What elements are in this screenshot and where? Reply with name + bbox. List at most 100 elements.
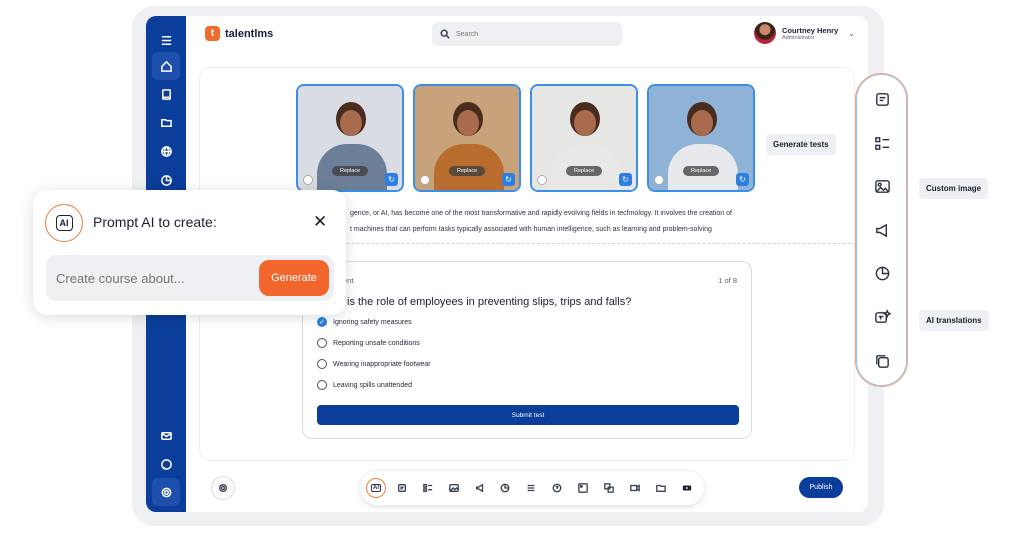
- radio-button[interactable]: [317, 359, 327, 369]
- logo[interactable]: t talentlms: [205, 26, 273, 41]
- youtube-button[interactable]: [677, 478, 697, 498]
- image-card[interactable]: Replace ↻: [296, 84, 404, 192]
- book-icon[interactable]: [152, 80, 180, 108]
- sidebar-menu-icon[interactable]: [152, 26, 180, 54]
- folder-icon: [655, 484, 666, 492]
- close-icon[interactable]: ✕: [313, 212, 327, 232]
- refresh-icon[interactable]: ↻: [385, 173, 398, 186]
- image-card[interactable]: Replace ↻: [530, 84, 638, 192]
- generate-tests-tool[interactable]: [869, 130, 895, 156]
- image-card[interactable]: Replace ↻: [413, 84, 521, 192]
- lines-button[interactable]: [521, 478, 541, 498]
- radio-button[interactable]: [317, 338, 327, 348]
- answer-label: Leaving spills unattended: [333, 381, 413, 389]
- refresh-icon[interactable]: ↻: [736, 173, 749, 186]
- gear-icon: [219, 484, 227, 492]
- help-icon: [552, 483, 562, 493]
- ai-badge: AI: [45, 204, 83, 242]
- image-card[interactable]: Replace ↻: [647, 84, 755, 192]
- image-source-icon: [303, 175, 313, 185]
- chat-icon[interactable]: [152, 450, 180, 478]
- image-icon: [874, 179, 890, 193]
- question-counter: 1 of 8: [718, 276, 737, 285]
- custom-image-tool[interactable]: [869, 173, 895, 199]
- gear-icon[interactable]: [152, 478, 180, 506]
- prompt-ai-dialog: AI Prompt AI to create: ✕ Generate: [33, 190, 346, 315]
- quiz-card: ent 1 of 8 is the role of employees in p…: [302, 261, 752, 439]
- prompt-input[interactable]: [56, 267, 246, 289]
- text-block-icon: [875, 92, 889, 106]
- generate-button[interactable]: Generate: [259, 260, 329, 296]
- search-input[interactable]: [456, 30, 606, 38]
- tooltip-ai-translations: AI translations: [919, 310, 989, 331]
- ai-translate-icon: [874, 308, 891, 323]
- answer-label: Ignoring safety measures: [333, 318, 412, 326]
- answer-option[interactable]: Reporting unsafe conditions: [317, 338, 420, 348]
- ai-translations-tool[interactable]: [869, 304, 895, 330]
- translate-icon: [604, 483, 614, 493]
- search-icon: [440, 29, 450, 39]
- refresh-icon[interactable]: ↻: [619, 173, 632, 186]
- user-info: Courtney Henry Administrator: [782, 26, 838, 41]
- text-block-button[interactable]: [392, 478, 412, 498]
- copy-icon: [875, 354, 889, 368]
- home-icon[interactable]: [152, 52, 180, 80]
- user-name: Courtney Henry: [782, 25, 839, 35]
- photo-subject-face: [457, 110, 479, 136]
- mail-icon[interactable]: [152, 421, 180, 449]
- tooltip-generate-tests: Generate tests: [766, 134, 836, 155]
- replace-button[interactable]: Replace: [683, 166, 720, 176]
- user-menu[interactable]: Courtney Henry Administrator ⌄: [754, 22, 855, 44]
- megaphone-icon: [475, 483, 483, 493]
- replace-button[interactable]: Replace: [566, 166, 603, 176]
- chart-tool[interactable]: [869, 260, 895, 286]
- translate-button[interactable]: [599, 478, 619, 498]
- settings-button[interactable]: [211, 476, 235, 500]
- user-role: Administrator: [782, 34, 815, 41]
- lines-icon: [528, 484, 535, 492]
- list-icon: [422, 484, 432, 492]
- globe-icon[interactable]: [152, 137, 180, 165]
- tooltip-custom-image: Custom image: [919, 178, 989, 199]
- chart-button[interactable]: [495, 478, 515, 498]
- ai-button[interactable]: AI: [366, 478, 386, 498]
- ai-icon: AI: [55, 215, 73, 231]
- avatar: [754, 22, 776, 44]
- answer-option[interactable]: ✓ Ignoring safety measures: [317, 317, 412, 327]
- image-source-icon: [537, 175, 547, 185]
- radio-button[interactable]: [317, 380, 327, 390]
- dialog-title: Prompt AI to create:: [93, 214, 217, 230]
- duplicate-tool[interactable]: [869, 348, 895, 374]
- body-text-line: t machines that can perform tasks typica…: [350, 226, 712, 233]
- question-text: is the role of employees in preventing s…: [347, 296, 632, 308]
- chevron-down-icon[interactable]: ⌄: [848, 29, 855, 38]
- folder-icon[interactable]: [152, 108, 180, 136]
- search-bar[interactable]: [432, 22, 622, 46]
- text-block-icon: [397, 484, 406, 492]
- answer-option[interactable]: Wearing inappropriate footwear: [317, 359, 431, 369]
- checklist-icon: [874, 136, 889, 150]
- publish-button[interactable]: Publish: [799, 477, 843, 498]
- replace-button[interactable]: Replace: [332, 166, 369, 176]
- answer-option[interactable]: Leaving spills unattended: [317, 380, 412, 390]
- announcement-button[interactable]: [470, 478, 490, 498]
- answer-label: Wearing inappropriate footwear: [333, 360, 431, 368]
- video-button[interactable]: [625, 478, 645, 498]
- replace-button[interactable]: Replace: [449, 166, 486, 176]
- refresh-icon[interactable]: ↻: [502, 173, 515, 186]
- picture-button[interactable]: [573, 478, 593, 498]
- folder-button[interactable]: [651, 478, 671, 498]
- text-block-tool[interactable]: [869, 86, 895, 112]
- announcement-tool[interactable]: [869, 217, 895, 243]
- megaphone-icon: [875, 223, 887, 237]
- photo-subject-face: [340, 110, 362, 136]
- logo-text: talentlms: [225, 27, 274, 40]
- radio-button[interactable]: ✓: [317, 317, 327, 327]
- body-text-line: gence, or AI, has become one of the most…: [350, 210, 732, 217]
- list-button[interactable]: [418, 478, 438, 498]
- image-button[interactable]: [444, 478, 464, 498]
- submit-test-button[interactable]: Submit test: [317, 405, 739, 425]
- image-options: Replace ↻ Replace ↻ Replace ↻ Replace ↻: [296, 84, 755, 192]
- top-bar: t talentlms Courtney Henry Administrator…: [186, 16, 868, 62]
- help-button[interactable]: [547, 478, 567, 498]
